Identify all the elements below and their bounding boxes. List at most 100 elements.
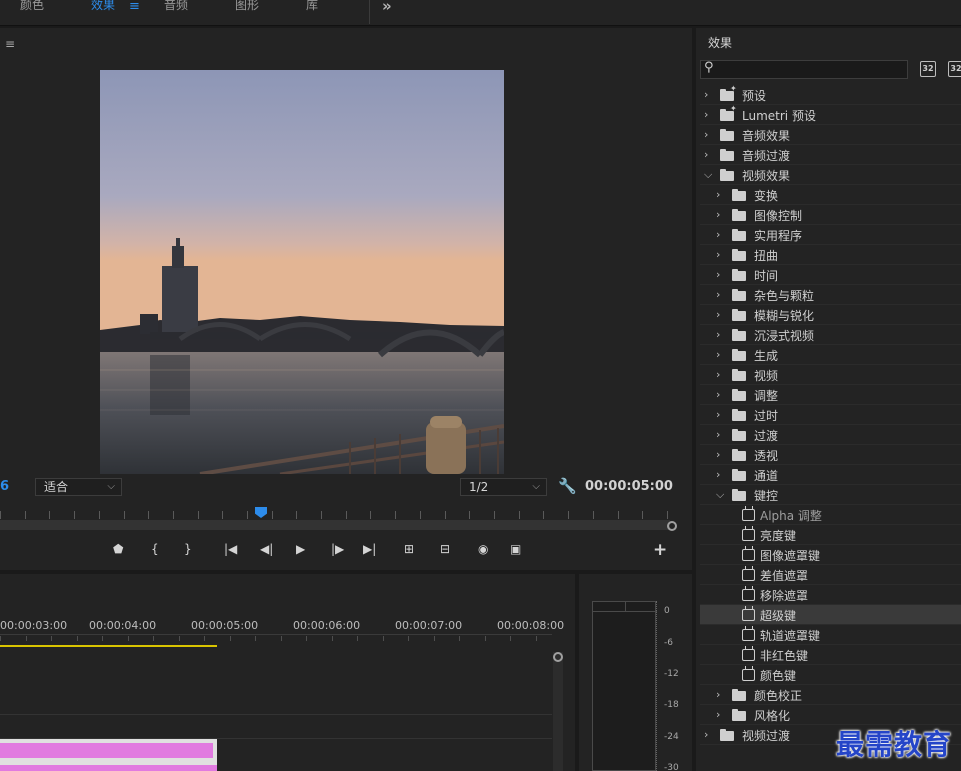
panel-menu-icon[interactable]: ≡ xyxy=(5,37,15,51)
chevron-right-icon[interactable]: › xyxy=(716,208,720,221)
playback-resolution-select[interactable]: 1/2 ⌵ xyxy=(460,478,547,496)
timeline-ruler[interactable] xyxy=(0,634,552,635)
32bit-effects-icon[interactable]: 32 xyxy=(948,61,961,77)
add-marker-icon[interactable]: ⬟ xyxy=(113,542,123,556)
chevron-right-icon[interactable]: › xyxy=(704,108,708,121)
effect-folder[interactable]: ⌵ 键控 xyxy=(700,485,961,505)
go-to-out-icon[interactable]: ▶| xyxy=(363,542,376,556)
effect-folder[interactable]: › 图像控制 xyxy=(700,205,961,225)
effect-folder[interactable]: › 生成 xyxy=(700,345,961,365)
chevron-right-icon[interactable]: › xyxy=(716,308,720,321)
chevron-right-icon[interactable]: › xyxy=(704,88,708,101)
workspace-tab-audio[interactable]: 音频 xyxy=(164,0,188,14)
go-to-in-icon[interactable]: |◀ xyxy=(224,542,237,556)
chevron-right-icon[interactable]: › xyxy=(716,268,720,281)
chevron-right-icon[interactable]: › xyxy=(716,328,720,341)
effect-folder[interactable]: › 过时 xyxy=(700,405,961,425)
extract-icon[interactable]: ⊟ xyxy=(440,542,450,556)
lift-icon[interactable]: ⊞ xyxy=(404,542,414,556)
timeline-vertical-scrollbar[interactable] xyxy=(553,652,563,771)
chevron-down-icon[interactable]: ⌵ xyxy=(704,168,712,182)
scrollbar-handle[interactable] xyxy=(553,652,563,662)
chevron-right-icon[interactable]: › xyxy=(716,688,720,701)
effect-item[interactable]: 亮度键 xyxy=(700,525,961,545)
ruler-tick xyxy=(642,511,643,519)
effect-item[interactable]: 图像遮罩键 xyxy=(700,545,961,565)
chevron-right-icon[interactable]: › xyxy=(716,468,720,481)
chevron-right-icon[interactable]: › xyxy=(716,408,720,421)
chevron-right-icon[interactable]: › xyxy=(716,368,720,381)
effect-folder[interactable]: › 时间 xyxy=(700,265,961,285)
effect-folder[interactable]: › 音频效果 xyxy=(700,125,961,145)
workspace-tab-graphics[interactable]: 图形 xyxy=(235,0,259,14)
export-frame-icon[interactable]: ◉ xyxy=(478,542,488,556)
work-area-bar[interactable] xyxy=(0,645,217,647)
playhead-timecode[interactable]: 6 xyxy=(0,479,9,494)
chevron-right-icon[interactable]: › xyxy=(716,248,720,261)
settings-wrench-icon[interactable]: 🔧 xyxy=(558,477,577,495)
chevron-right-icon[interactable]: › xyxy=(716,188,720,201)
db-label: -18 xyxy=(664,700,679,710)
effect-item[interactable]: Alpha 调整 xyxy=(700,505,961,525)
mark-out-icon[interactable]: } xyxy=(184,542,192,556)
effects-search-input[interactable]: ⚲ xyxy=(700,60,908,79)
comparison-view-icon[interactable]: ▣ xyxy=(510,542,521,556)
chevron-right-icon[interactable]: › xyxy=(716,708,720,721)
effect-folder[interactable]: › 杂色与颗粒 xyxy=(700,285,961,305)
workspace-tab-effects[interactable]: 效果 xyxy=(91,0,115,14)
effect-folder[interactable]: › 调整 xyxy=(700,385,961,405)
workspace-tab-color[interactable]: 颜色 xyxy=(20,0,44,14)
effect-folder[interactable]: › 颜色校正 xyxy=(700,685,961,705)
accelerated-effects-icon[interactable]: 32 xyxy=(920,61,936,77)
chevron-right-icon[interactable]: › xyxy=(716,348,720,361)
more-workspaces-icon[interactable]: » xyxy=(382,0,392,15)
effect-folder[interactable]: › 透视 xyxy=(700,445,961,465)
effect-folder[interactable]: › 预设 xyxy=(700,84,961,105)
chevron-right-icon[interactable]: › xyxy=(716,388,720,401)
step-back-icon[interactable]: ◀| xyxy=(260,542,273,556)
monitor-time-ruler[interactable] xyxy=(0,506,680,520)
zoom-level-select[interactable]: 适合 ⌵ xyxy=(35,478,122,496)
step-forward-icon[interactable]: |▶ xyxy=(331,542,344,556)
chevron-right-icon[interactable]: › xyxy=(704,128,708,141)
effect-folder[interactable]: › 视频 xyxy=(700,365,961,385)
effect-folder[interactable]: › 过渡 xyxy=(700,425,961,445)
effect-label: Lumetri 预设 xyxy=(742,109,816,123)
play-icon[interactable]: ▶ xyxy=(296,542,305,556)
chevron-right-icon[interactable]: › xyxy=(716,428,720,441)
mark-in-icon[interactable]: { xyxy=(151,542,159,556)
effect-item[interactable]: 差值遮罩 xyxy=(700,565,961,585)
chevron-right-icon[interactable]: › xyxy=(704,728,708,741)
timeline-tick xyxy=(459,636,460,641)
chevron-right-icon[interactable]: › xyxy=(716,228,720,241)
effect-folder[interactable]: › 扭曲 xyxy=(700,245,961,265)
effect-folder[interactable]: › 实用程序 xyxy=(700,225,961,245)
workspace-menu-icon[interactable]: ≡ xyxy=(129,0,140,14)
effect-folder[interactable]: › 音频过渡 xyxy=(700,145,961,165)
watermark-logo: 最需教育 xyxy=(836,728,953,761)
workspace-tab-library[interactable]: 库 xyxy=(306,0,318,14)
video-clip[interactable] xyxy=(0,739,217,763)
chevron-right-icon[interactable]: › xyxy=(704,148,708,161)
video-clip[interactable] xyxy=(0,763,217,771)
button-editor-plus-icon[interactable]: + xyxy=(653,540,667,560)
chevron-right-icon[interactable]: › xyxy=(716,448,720,461)
effect-item[interactable]: 颜色键 xyxy=(700,665,961,685)
chevron-down-icon[interactable]: ⌵ xyxy=(716,488,724,502)
effect-folder[interactable]: › 通道 xyxy=(700,465,961,485)
zoom-handle[interactable] xyxy=(667,521,677,531)
monitor-scrub-bar[interactable] xyxy=(0,520,670,530)
chevron-right-icon[interactable]: › xyxy=(716,288,720,301)
effect-folder[interactable]: › 模糊与锐化 xyxy=(700,305,961,325)
program-video-frame[interactable] xyxy=(100,70,504,474)
effect-item[interactable]: 轨道遮罩键 xyxy=(700,625,961,645)
effect-folder[interactable]: › 变换 xyxy=(700,185,961,205)
effect-folder[interactable]: › 风格化 xyxy=(700,705,961,725)
effect-folder[interactable]: ⌵ 视频效果 xyxy=(700,165,961,185)
effect-item[interactable]: 超级键 xyxy=(700,605,961,625)
effect-item[interactable]: 移除遮罩 xyxy=(700,585,961,605)
effect-item[interactable]: 非红色键 xyxy=(700,645,961,665)
effect-folder[interactable]: › Lumetri 预设 xyxy=(700,104,961,125)
effects-panel-title[interactable]: 效果 xyxy=(708,34,732,51)
effect-folder[interactable]: › 沉浸式视频 xyxy=(700,325,961,345)
